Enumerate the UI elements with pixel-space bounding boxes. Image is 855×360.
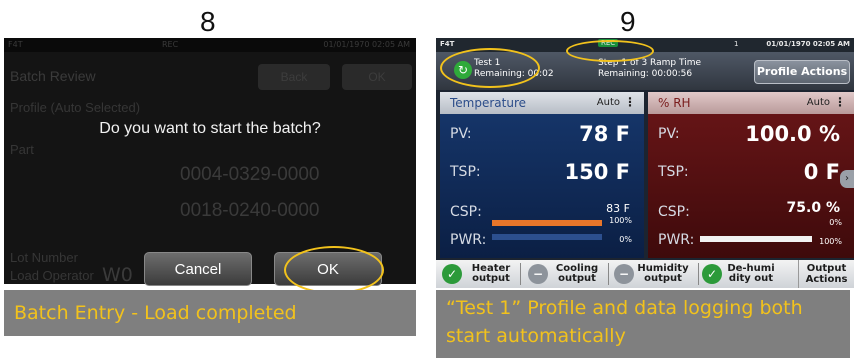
pv-value: 100.0 % [745,122,840,146]
csp-label: CSP: [450,204,482,220]
cool-power-bar [492,234,602,240]
bottom-pct: 100% [819,237,842,246]
dehumidify-power-bar [700,236,812,242]
pv-label: PV: [450,126,472,142]
panel-title: Temperature [450,96,527,110]
lot-value: W0 [102,264,133,284]
slide: 8 9 F4T REC 01/01/1970 02:05 AM Batch Re… [0,0,855,360]
tsp-value[interactable]: 0 F [804,160,840,184]
output-actions-button[interactable]: Output Actions [798,260,854,288]
csp-value: 75.0 % [786,200,840,216]
app-name: F4T [8,40,23,49]
step-number-right: 9 [620,6,636,37]
divider [698,263,699,285]
output-line2: output [472,273,510,284]
confirm-dialog-question: Do you want to start the batch? [99,120,321,137]
humidity-panel[interactable]: % RH Auto ⋮ PV: 100.0 % TSP: 0 F CSP: 75… [648,92,854,258]
back-button[interactable]: Back [258,64,330,90]
check-icon: ✓ [442,264,462,284]
output-line2: dity out [728,273,774,284]
csp-value: 83 F [606,202,630,215]
highlight-circle-ok [284,246,384,294]
usb-icon: 1 [734,40,739,48]
caption-left: Batch Entry - Load completed [4,290,416,336]
app-name: F4T [440,40,455,48]
check-icon: ✓ [702,264,722,284]
pv-value: 78 F [579,122,630,146]
cancel-button[interactable]: Cancel [144,252,252,286]
output-humidity[interactable]: − Humidity output [614,262,692,286]
page-title: Batch Review [10,68,96,84]
temperature-panel[interactable]: Temperature Auto ⋮ PV: 78 F TSP: 150 F C… [440,92,644,258]
profile-actions-button[interactable]: Profile Actions [754,60,850,84]
csp-label: CSP: [658,204,690,220]
datetime: 01/01/1970 02:05 AM [766,40,850,48]
output-actions-line2: Actions [805,274,848,285]
ok-header-button[interactable]: OK [342,64,412,90]
datetime: 01/01/1970 02:05 AM [323,40,410,49]
divider [608,263,609,285]
output-actions-line1: Output [806,263,847,274]
pwr-label: PWR: [658,232,695,248]
output-dehumidify[interactable]: ✓ De-humi dity out [702,262,792,286]
pwr-label: PWR: [450,232,487,248]
controller-home-screen: F4T REC 1 01/01/1970 02:05 AM ↻ Test 1 R… [436,38,854,288]
highlight-circle-profile [440,48,540,88]
humidity-header: % RH Auto ⋮ [648,92,854,114]
rec-indicator: REC [162,40,179,49]
lot-label: Lot Number [10,250,78,265]
panel-title: % RH [658,96,691,110]
step-number-left: 8 [200,6,216,37]
temperature-header: Temperature Auto ⋮ [440,92,644,114]
chevron-right-icon[interactable]: › [840,170,854,188]
part-value-1: 0004-0329-0000 [180,164,320,185]
output-cooling[interactable]: − Cooling output [528,262,606,286]
step-remaining: Remaining: 00:00:56 [598,69,693,79]
output-line2: output [558,273,596,284]
cool-pct: 0% [619,235,632,244]
top-pct: 0% [829,218,842,227]
status-bar: F4T REC 01/01/1970 02:05 AM [4,38,416,52]
minus-icon: − [528,264,548,284]
highlight-circle-rec [566,40,654,62]
caption-right: “Test 1” Profile and data logging both s… [436,290,850,358]
tsp-label: TSP: [658,164,689,180]
divider [520,263,521,285]
output-line2: output [644,273,682,284]
minus-icon: − [614,264,634,284]
part-value-2: 0018-0240-0000 [180,200,320,221]
kebab-menu-icon[interactable]: ⋮ [834,95,846,109]
output-heater[interactable]: ✓ Heater output [442,262,520,286]
profile-label: Profile (Auto Selected) [10,100,141,115]
operator-label: Load Operator [10,268,94,283]
heat-power-bar [492,220,602,226]
mode-label: Auto [806,97,830,108]
tsp-label: TSP: [450,164,481,180]
pv-label: PV: [658,126,680,142]
outputs-bar: ✓ Heater output − Cooling output − Humidit… [436,260,854,288]
part-label: Part [10,142,34,157]
mode-label: Auto [596,97,620,108]
heat-pct: 100% [609,216,632,225]
kebab-menu-icon[interactable]: ⋮ [624,95,636,109]
tsp-value[interactable]: 150 F [565,160,631,184]
